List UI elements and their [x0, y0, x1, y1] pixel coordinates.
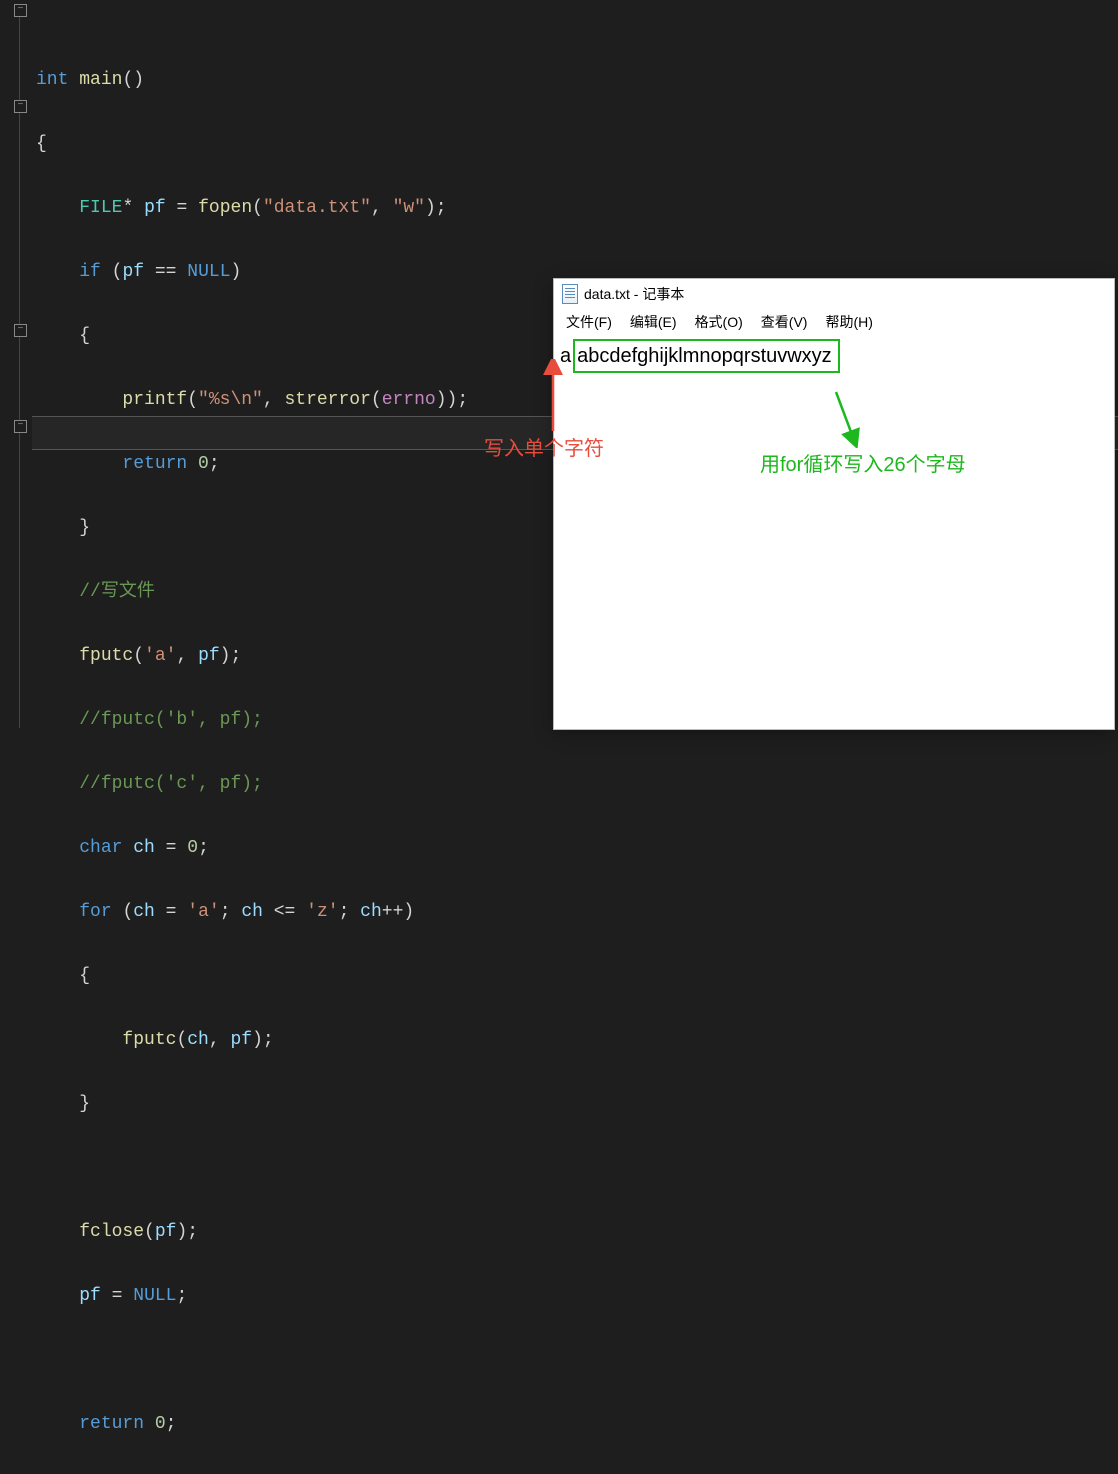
menu-file[interactable]: 文件(F) — [562, 310, 616, 334]
fold-icon[interactable]: − — [14, 4, 27, 17]
menu-view[interactable]: 查看(V) — [757, 310, 812, 334]
menu-edit[interactable]: 编辑(E) — [626, 310, 681, 334]
notepad-text-loop: abcdefghijklmnopqrstuvwxyz — [577, 345, 832, 367]
notepad-menubar[interactable]: 文件(F) 编辑(E) 格式(O) 查看(V) 帮助(H) — [554, 309, 1114, 335]
notepad-titlebar[interactable]: data.txt - 记事本 — [554, 279, 1114, 309]
notepad-content[interactable]: a abcdefghijklmnopqrstuvwxyz — [554, 335, 1114, 377]
notepad-window[interactable]: data.txt - 记事本 文件(F) 编辑(E) 格式(O) 查看(V) 帮… — [553, 278, 1115, 730]
fold-icon[interactable]: − — [14, 324, 27, 337]
highlight-green-box: abcdefghijklmnopqrstuvwxyz — [573, 339, 840, 373]
menu-format[interactable]: 格式(O) — [691, 310, 747, 334]
notepad-title: data.txt - 记事本 — [584, 284, 684, 304]
fold-icon[interactable]: − — [14, 420, 27, 433]
fold-gutter: − − − − — [0, 0, 32, 737]
notepad-icon — [562, 284, 578, 304]
fold-icon[interactable]: − — [14, 100, 27, 113]
menu-help[interactable]: 帮助(H) — [821, 310, 876, 334]
notepad-text-leading: a — [560, 345, 571, 367]
